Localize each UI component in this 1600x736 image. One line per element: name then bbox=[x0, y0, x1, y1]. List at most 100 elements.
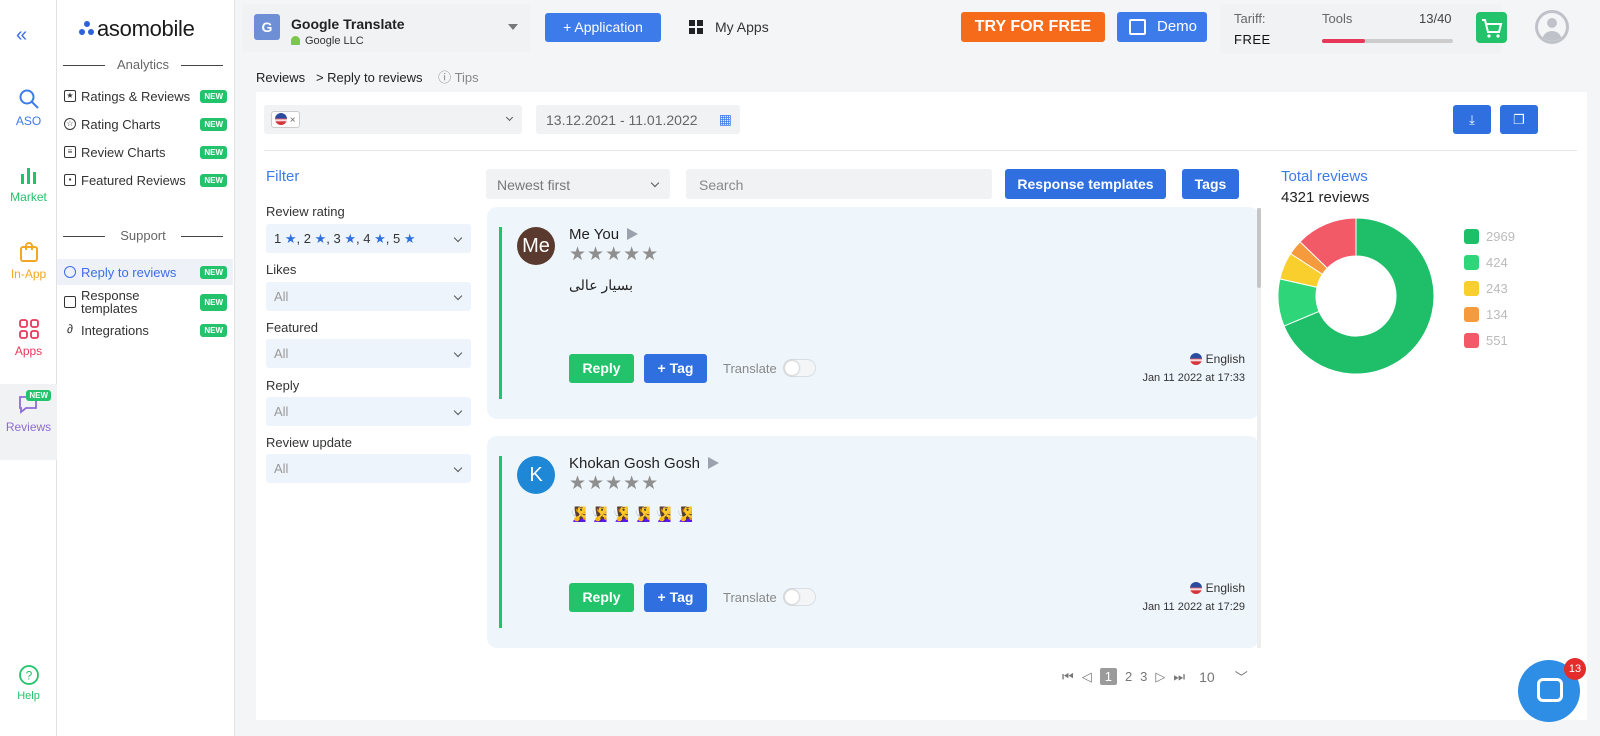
breadcrumb-current: > Reply to reviews bbox=[315, 70, 423, 85]
translate-toggle[interactable] bbox=[783, 359, 816, 377]
last-page-icon[interactable]: ⏭ bbox=[1173, 669, 1185, 685]
add-tag-button[interactable]: + Tag bbox=[644, 583, 707, 612]
review-update-label: Review update bbox=[266, 435, 352, 450]
bar-chart-icon bbox=[20, 168, 36, 184]
featured-select[interactable]: All bbox=[266, 339, 471, 368]
rail-item-apps[interactable]: Apps bbox=[0, 318, 57, 388]
legend-item-rating-1[interactable]: 551 bbox=[1464, 333, 1508, 348]
us-flag-icon bbox=[1190, 582, 1203, 594]
caret-down-icon bbox=[508, 24, 518, 30]
nav-label: Response templates bbox=[81, 288, 140, 316]
user-avatar-icon[interactable] bbox=[1535, 10, 1569, 44]
nav-reply-to-reviews[interactable]: Reply to reviews NEW bbox=[57, 259, 233, 285]
reply-button[interactable]: Reply bbox=[569, 583, 634, 612]
rating-1: 1 bbox=[274, 231, 282, 246]
rail-item-market[interactable]: Market bbox=[0, 164, 57, 234]
app-selector[interactable]: G Google Translate Google LLC bbox=[242, 4, 530, 52]
rail-label-reviews: Reviews bbox=[5, 420, 52, 434]
nav-rating-charts[interactable]: ☆ Rating Charts NEW bbox=[57, 111, 233, 137]
app-developer: Google LLC bbox=[291, 35, 364, 47]
likes-label: Likes bbox=[266, 262, 297, 277]
star-box-icon: ★ bbox=[64, 90, 76, 102]
reply-button[interactable]: Reply bbox=[569, 354, 634, 383]
rail-item-help[interactable]: ? Help bbox=[0, 664, 57, 734]
rail-item-reviews[interactable]: NEW Reviews bbox=[0, 384, 57, 460]
reviewer-name: Khokan Gosh Gosh bbox=[569, 455, 719, 472]
chevron-down-icon[interactable]: ﹀ bbox=[1235, 667, 1248, 686]
next-page-icon[interactable]: ▷ bbox=[1155, 669, 1165, 685]
try-for-free-button[interactable]: TRY FOR FREE bbox=[961, 12, 1105, 42]
legend-swatch bbox=[1464, 229, 1479, 244]
nav-integrations[interactable]: ∂ Integrations NEW bbox=[57, 317, 233, 343]
page-2[interactable]: 2 bbox=[1125, 669, 1132, 684]
question-circle-icon: ⓘ bbox=[438, 70, 452, 85]
tariff-value: FREE bbox=[1234, 32, 1271, 47]
sort-select[interactable]: Newest first bbox=[486, 169, 670, 199]
rail-item-inapp[interactable]: In-App bbox=[0, 241, 57, 311]
review-language-text: English bbox=[1205, 352, 1245, 366]
legend-value: 424 bbox=[1486, 255, 1508, 270]
nav-featured-reviews[interactable]: ▪ Featured Reviews NEW bbox=[57, 167, 233, 193]
legend-value: 2969 bbox=[1486, 229, 1515, 244]
first-page-icon[interactable]: ⏮ bbox=[1062, 669, 1074, 685]
reviewer-name: Me You bbox=[569, 226, 639, 243]
cart-icon[interactable] bbox=[1476, 12, 1507, 43]
my-apps-link[interactable]: My Apps bbox=[689, 19, 769, 35]
demo-button[interactable]: Demo bbox=[1117, 12, 1207, 42]
search-icon bbox=[19, 89, 39, 109]
likes-select[interactable]: All bbox=[266, 282, 471, 311]
legend-item-rating-5[interactable]: 2969 bbox=[1464, 229, 1515, 244]
review-chart-icon: ≡ bbox=[64, 146, 76, 158]
legend-value: 134 bbox=[1486, 307, 1508, 322]
chat-bubble-icon bbox=[1537, 678, 1563, 702]
tags-button[interactable]: Tags bbox=[1182, 169, 1239, 199]
legend-item-rating-3[interactable]: 243 bbox=[1464, 281, 1508, 296]
copy-icon: ❐ bbox=[1513, 112, 1525, 127]
translate-toggle[interactable] bbox=[783, 588, 816, 606]
rating-4: 4 bbox=[363, 231, 371, 246]
search-input[interactable]: Search bbox=[686, 169, 992, 199]
rail-item-aso[interactable]: ASO bbox=[0, 88, 57, 158]
legend-item-rating-2[interactable]: 134 bbox=[1464, 307, 1508, 322]
my-apps-label: My Apps bbox=[715, 19, 769, 35]
download-icon: ⤓ bbox=[1469, 112, 1475, 127]
selected-country-chip[interactable]: × bbox=[271, 111, 300, 128]
tools-progress-bar bbox=[1322, 39, 1453, 43]
review-update-select[interactable]: All bbox=[266, 454, 471, 483]
review-rating-label: Review rating bbox=[266, 204, 345, 219]
add-application-button[interactable]: + Application bbox=[545, 13, 661, 42]
divider bbox=[264, 150, 1577, 151]
help-circle-icon: ? bbox=[18, 665, 39, 685]
add-tag-button[interactable]: + Tag bbox=[644, 354, 707, 383]
review-rating-select[interactable]: 1 ★, 2 ★, 3 ★, 4 ★, 5 ★ bbox=[266, 224, 471, 253]
tips-label: Tips bbox=[454, 70, 479, 85]
legend-item-rating-4[interactable]: 424 bbox=[1464, 255, 1508, 270]
nav-ratings-reviews[interactable]: ★ Ratings & Reviews NEW bbox=[57, 83, 233, 109]
response-templates-button[interactable]: Response templates bbox=[1005, 169, 1166, 199]
prev-page-icon[interactable]: ◁ bbox=[1082, 669, 1092, 685]
copy-button[interactable]: ❐ bbox=[1500, 105, 1538, 134]
us-flag-icon bbox=[1190, 353, 1203, 365]
tips-link[interactable]: ⓘ Tips bbox=[438, 70, 478, 85]
page-3[interactable]: 3 bbox=[1140, 669, 1147, 684]
template-icon bbox=[64, 296, 76, 308]
reply-label: Reply bbox=[266, 378, 300, 393]
reviews-scrollbar[interactable] bbox=[1257, 208, 1261, 648]
main-panel: × 13.12.2021 - 11.01.2022 ▦ ⤓ ❐ Filter Re… bbox=[256, 92, 1587, 720]
per-page-value[interactable]: 10 bbox=[1199, 669, 1215, 685]
tariff-panel: Tariff: FREE Tools 13/40 bbox=[1220, 4, 1507, 54]
nav-response-templates[interactable]: Response templates NEW bbox=[57, 287, 233, 317]
collapse-sidebar-icon[interactable]: « bbox=[16, 24, 27, 47]
country-select[interactable]: × bbox=[264, 105, 522, 134]
ratings-donut-chart bbox=[1277, 217, 1435, 375]
date-range-picker[interactable]: 13.12.2021 - 11.01.2022 ▦ bbox=[536, 105, 740, 134]
download-button[interactable]: ⤓ bbox=[1453, 105, 1491, 134]
remove-chip-icon[interactable]: × bbox=[290, 115, 296, 126]
page-1[interactable]: 1 bbox=[1099, 668, 1117, 685]
nav-review-charts[interactable]: ≡ Review Charts NEW bbox=[57, 139, 233, 165]
logo[interactable]: asomobile bbox=[79, 16, 195, 42]
reply-select[interactable]: All bbox=[266, 397, 471, 426]
chat-launcher[interactable]: 13 bbox=[1518, 658, 1586, 722]
rail-label-apps: Apps bbox=[14, 344, 43, 358]
breadcrumb-root[interactable]: Reviews bbox=[256, 70, 305, 85]
